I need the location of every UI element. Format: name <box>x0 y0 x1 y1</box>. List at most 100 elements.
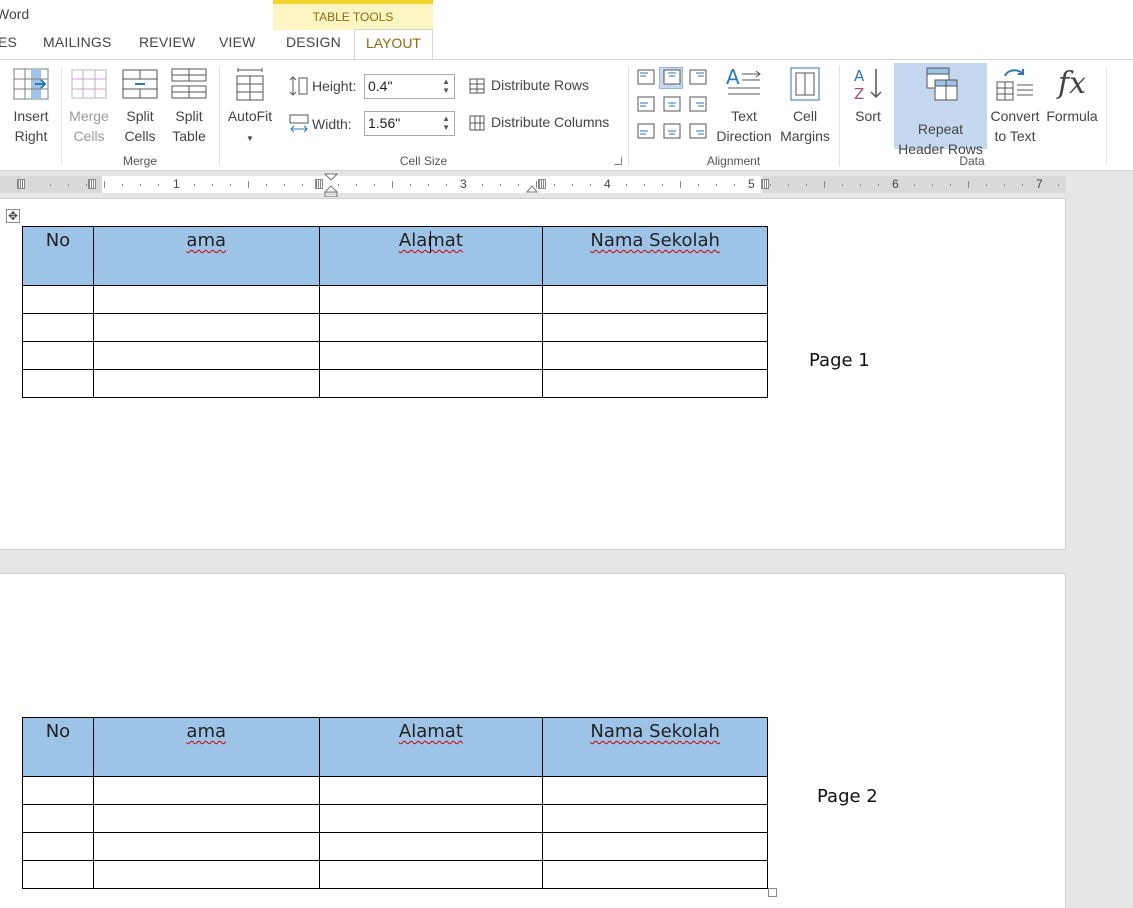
table-cell[interactable] <box>92 776 320 805</box>
width-input[interactable]: 1.56" ▲ ▼ <box>364 111 455 136</box>
tab-mailings[interactable]: MAILINGS <box>43 34 112 50</box>
page-2-label: Page 2 <box>817 786 878 807</box>
cell-size-dialog-launcher-icon[interactable] <box>614 157 622 165</box>
header-text-no: No <box>45 230 71 251</box>
app-title: Word <box>0 6 30 22</box>
autofit-button[interactable]: AutoFit ▼ <box>224 66 276 149</box>
table-cell[interactable] <box>318 776 544 805</box>
ruler-tick <box>824 181 825 188</box>
ruler-tick <box>212 184 213 186</box>
ruler-tick <box>572 184 573 186</box>
header-cell-no[interactable]: No <box>22 226 94 286</box>
tab-view[interactable]: VIEW <box>219 34 256 50</box>
table-cell[interactable] <box>92 860 320 889</box>
alignment-options-icon[interactable] <box>635 67 713 145</box>
repeat-header-rows-button[interactable] <box>894 63 987 119</box>
table-header-row: No ama Alamat Nama Sekolah <box>22 226 768 286</box>
table-cell[interactable] <box>92 285 320 314</box>
table-cell[interactable] <box>22 341 94 370</box>
ruler-column-marker[interactable] <box>538 179 546 189</box>
ruler-tick <box>914 184 915 186</box>
header-cell-nama-sekolah[interactable]: Nama Sekolah <box>542 226 768 286</box>
split-table-button[interactable]: Split Table <box>167 66 211 146</box>
table-cell[interactable] <box>542 832 768 861</box>
table-cell[interactable] <box>318 832 544 861</box>
ruler-tick <box>302 184 303 186</box>
table-cell[interactable] <box>542 776 768 805</box>
text-direction-icon: A <box>726 66 761 95</box>
ruler-tick <box>374 184 375 186</box>
ruler-tick <box>644 184 645 186</box>
convert-to-text-label-1: Convert <box>990 108 1040 124</box>
table-cell[interactable] <box>318 804 544 833</box>
document-table-page-2[interactable]: No ama Alamat Nama Sekolah <box>22 717 768 889</box>
table-cell[interactable] <box>542 341 768 370</box>
cell-margins-button[interactable]: Cell Margins <box>776 66 834 146</box>
ruler-tick <box>986 184 987 186</box>
ruler-column-marker[interactable] <box>17 179 25 189</box>
table-cell[interactable] <box>92 313 320 342</box>
ruler-tick <box>410 184 411 186</box>
header-cell-no[interactable]: No <box>22 717 94 777</box>
distribute-columns-button[interactable]: Distribute Columns <box>469 114 609 131</box>
table-row <box>22 369 768 398</box>
table-cell[interactable] <box>22 860 94 889</box>
sort-button[interactable]: A Z Sort <box>848 66 888 126</box>
table-cell[interactable] <box>318 285 544 314</box>
ruler-tick <box>698 184 699 186</box>
table-cell[interactable] <box>542 369 768 398</box>
insert-right-button[interactable]: Insert Right <box>8 66 54 146</box>
ruler-column-marker[interactable] <box>761 179 769 189</box>
table-cell[interactable] <box>542 285 768 314</box>
table-cell[interactable] <box>22 369 94 398</box>
ruler-indent-marker-icon[interactable] <box>324 173 338 197</box>
tab-layout[interactable]: LAYOUT <box>354 29 433 60</box>
header-cell-nama-sekolah[interactable]: Nama Sekolah <box>542 717 768 777</box>
merge-cells-button[interactable]: Merge Cells <box>66 66 112 146</box>
table-cell[interactable] <box>542 860 768 889</box>
table-cell[interactable] <box>92 804 320 833</box>
data-group-label: Data <box>959 154 985 168</box>
tab-review[interactable]: REVIEW <box>139 34 195 50</box>
ruler-column-marker[interactable] <box>315 179 323 189</box>
table-cell[interactable] <box>92 832 320 861</box>
header-cell-ama[interactable]: ama <box>92 717 320 777</box>
horizontal-ruler[interactable]: 1 3 4 5 6 7 <box>0 173 1066 197</box>
merge-cells-icon <box>71 69 107 99</box>
table-cell[interactable] <box>318 860 544 889</box>
table-resize-handle[interactable] <box>768 888 777 897</box>
height-spin-arrows-icon[interactable]: ▲ ▼ <box>442 77 450 95</box>
distribute-rows-button[interactable]: Distribute Rows <box>469 77 589 94</box>
repeat-header-rows-label-area[interactable]: Repeat Header Rows <box>894 119 987 157</box>
table-cell[interactable] <box>22 313 94 342</box>
table-cell[interactable] <box>22 804 94 833</box>
ruler-tick <box>1004 184 1005 186</box>
tab-references[interactable]: ES <box>0 34 17 50</box>
formula-button[interactable]: fx Formula <box>1042 66 1102 126</box>
header-cell-ama[interactable]: ama <box>92 226 320 286</box>
table-cell[interactable] <box>542 313 768 342</box>
table-cell[interactable] <box>22 776 94 805</box>
document-table-page-1[interactable]: No ama Alamat Nama Sekolah <box>22 226 768 398</box>
split-cells-button[interactable]: Split Cells <box>118 66 162 146</box>
table-cell[interactable] <box>92 341 320 370</box>
height-input[interactable]: 0.4" ▲ ▼ <box>364 74 455 99</box>
header-cell-alamat[interactable]: Alamat <box>318 717 544 777</box>
tab-design[interactable]: DESIGN <box>286 34 341 50</box>
ruler-column-marker[interactable] <box>88 179 96 189</box>
table-cell[interactable] <box>542 804 768 833</box>
distribute-columns-icon <box>469 115 485 131</box>
ruler-tick <box>122 184 123 186</box>
row-height-icon <box>289 76 308 96</box>
convert-to-text-button[interactable]: Convert to Text <box>988 66 1042 146</box>
table-move-handle-icon[interactable]: ✥ <box>6 209 20 223</box>
table-cell[interactable] <box>22 832 94 861</box>
table-cell[interactable] <box>22 285 94 314</box>
ruler-tick <box>518 184 519 186</box>
table-cell[interactable] <box>318 341 544 370</box>
width-spin-arrows-icon[interactable]: ▲ ▼ <box>442 114 450 132</box>
table-cell[interactable] <box>318 369 544 398</box>
table-cell[interactable] <box>318 313 544 342</box>
table-cell[interactable] <box>92 369 320 398</box>
text-direction-button[interactable]: A Text Direction <box>712 66 776 146</box>
